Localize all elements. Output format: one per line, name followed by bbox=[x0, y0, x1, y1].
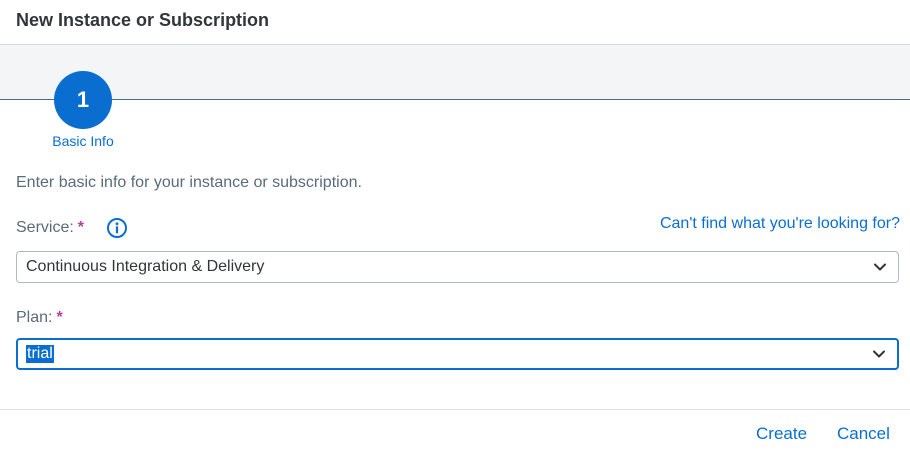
footer-divider bbox=[0, 409, 910, 410]
service-label: Service: * bbox=[16, 219, 84, 237]
cancel-button[interactable]: Cancel bbox=[837, 424, 890, 444]
create-button[interactable]: Create bbox=[756, 424, 807, 444]
plan-label-text: Plan: bbox=[16, 309, 53, 326]
intro-text: Enter basic info for your instance or su… bbox=[16, 174, 362, 191]
plan-select[interactable]: trial bbox=[16, 338, 899, 370]
chevron-down-icon[interactable] bbox=[872, 259, 888, 275]
step-label: Basic Info bbox=[52, 133, 114, 149]
service-label-text: Service: bbox=[16, 219, 74, 236]
wizard-progress-bar bbox=[0, 45, 910, 100]
plan-label: Plan: * bbox=[16, 309, 63, 327]
info-icon[interactable] bbox=[106, 217, 128, 239]
wizard-step-1[interactable]: 1 bbox=[54, 71, 112, 129]
dialog-title: New Instance or Subscription bbox=[16, 10, 270, 30]
dialog-header: New Instance or Subscription bbox=[0, 0, 910, 45]
required-mark: * bbox=[56, 309, 63, 326]
plan-select-value: trial bbox=[26, 345, 54, 363]
step-number: 1 bbox=[76, 87, 90, 112]
service-select[interactable]: Continuous Integration & Delivery bbox=[16, 251, 899, 283]
required-mark: * bbox=[77, 219, 85, 236]
service-select-value: Continuous Integration & Delivery bbox=[26, 258, 265, 275]
cant-find-link[interactable]: Can't find what you're looking for? bbox=[660, 215, 900, 233]
chevron-down-icon[interactable] bbox=[871, 346, 887, 362]
